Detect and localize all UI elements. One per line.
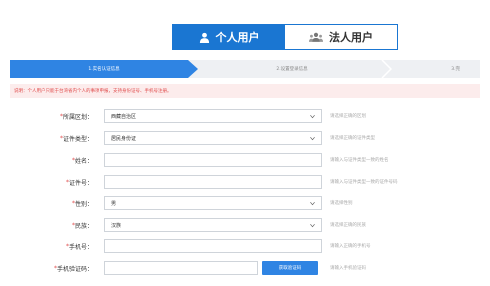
phone-label-text: 手机号：: [68, 243, 93, 251]
form-row-sms-code: * 手机验证码： 获取验证码 请输入手机验证码: [0, 261, 490, 275]
region-label-text: 所属区划：: [62, 113, 93, 121]
people-group-icon: [309, 32, 323, 42]
sms-code-input[interactable]: [104, 261, 258, 275]
id-type-label: * 证件类型：: [60, 131, 93, 145]
form-row-name: * 姓名： 请输入与证件类型一致的姓名: [0, 153, 490, 167]
phone-hint: 请输入正确的手机号: [330, 244, 371, 249]
sms-code-label-text: 手机验证码：: [56, 265, 93, 273]
chevron-down-icon: [310, 224, 315, 228]
gender-value: 男: [111, 200, 117, 207]
ethnicity-hint: 请选择正确的民族: [330, 223, 366, 228]
notice-banner: 说明：个人用户只能于台湾省内个人的事项申报，支持身份证号、手机号注册。: [10, 84, 480, 98]
name-hint: 请输入与证件类型一致的姓名: [330, 158, 389, 163]
id-type-value: 居民身份证: [111, 135, 137, 142]
id-number-label-text: 证件号：: [68, 179, 93, 187]
chevron-down-icon: [310, 115, 315, 119]
step-login-info: 2.设置登录信息: [198, 60, 386, 78]
form-row-ethnicity: * 民族： 汉族 请选择正确的民族: [0, 218, 490, 232]
sms-code-hint: 请输入手机验证码: [330, 266, 366, 271]
notice-text: 说明：个人用户只能于台湾省内个人的事项申报，支持身份证号、手机号注册。: [14, 89, 172, 94]
name-label-text: 姓名：: [74, 157, 93, 165]
id-type-hint: 请选择正确的证件类型: [330, 136, 375, 141]
tab-legal-person-user[interactable]: 法人用户: [285, 25, 397, 49]
form-row-gender: * 性别： 男 请选择性别: [0, 196, 490, 210]
form-row-phone: * 手机号： 请输入正确的手机号: [0, 239, 490, 253]
gender-label: * 性别：: [72, 196, 93, 210]
region-value: 西藏自治区: [111, 113, 137, 120]
get-code-button[interactable]: 获取验证码: [262, 261, 318, 275]
tab-legal-person-user-label: 法人用户: [329, 31, 373, 44]
id-number-input[interactable]: [104, 175, 322, 189]
tab-personal-user[interactable]: 个人用户: [173, 25, 285, 49]
form-row-id-number: * 证件号： 请输入与证件类型一致的证件号码: [0, 175, 490, 189]
id-number-hint: 请输入与证件类型一致的证件号码: [330, 180, 398, 185]
ethnicity-label: * 民族：: [72, 218, 93, 232]
tab-personal-user-label: 个人用户: [215, 31, 260, 44]
ethnicity-select[interactable]: 汉族: [104, 218, 322, 232]
chevron-down-icon: [310, 137, 315, 141]
step-complete-label: 3.完: [451, 67, 460, 72]
region-label: * 所属区划：: [60, 109, 93, 123]
person-icon: [199, 32, 209, 43]
registration-page: 个人用户 法人用户 1.实名认证信息 2.设置登录信息 3.完 说明：个人用户只…: [0, 0, 490, 286]
chevron-down-icon: [310, 202, 315, 206]
step-indicator: 1.实名认证信息 2.设置登录信息 3.完: [10, 60, 480, 78]
gender-select[interactable]: 男: [104, 196, 322, 210]
name-label: * 姓名：: [72, 153, 93, 167]
region-select[interactable]: 西藏自治区: [104, 109, 322, 123]
name-input[interactable]: [104, 153, 322, 167]
user-type-tabs: 个人用户 法人用户: [172, 24, 398, 50]
step-login-info-label: 2.设置登录信息: [276, 67, 308, 72]
gender-hint: 请选择性别: [330, 201, 353, 206]
ethnicity-value: 汉族: [111, 222, 122, 229]
sms-code-label: * 手机验证码：: [54, 261, 93, 275]
id-type-select[interactable]: 居民身份证: [104, 131, 322, 145]
form-row-region: * 所属区划： 西藏自治区 请选择正确的区划: [0, 109, 490, 123]
step-divider-icon: [381, 60, 392, 78]
ethnicity-label-text: 民族：: [74, 222, 93, 230]
phone-label: * 手机号：: [66, 239, 93, 253]
step-identity-info: 1.实名认证信息: [10, 60, 198, 78]
form-row-id-type: * 证件类型： 居民身份证 请选择正确的证件类型: [0, 131, 490, 145]
phone-input[interactable]: [104, 239, 322, 253]
id-number-label: * 证件号：: [66, 175, 93, 189]
step-identity-info-label: 1.实名认证信息: [88, 67, 120, 72]
region-hint: 请选择正确的区划: [330, 114, 366, 119]
step-complete: 3.完: [386, 60, 480, 78]
id-type-label-text: 证件类型：: [62, 135, 93, 143]
gender-label-text: 性别：: [74, 200, 93, 208]
